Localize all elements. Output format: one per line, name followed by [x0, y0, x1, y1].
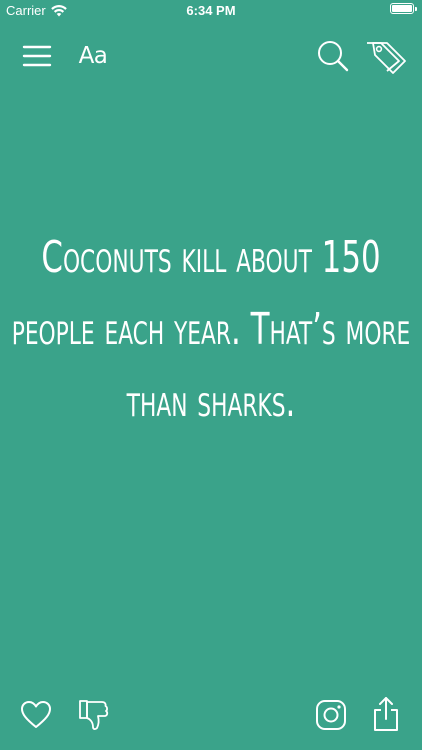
- menu-button[interactable]: [20, 40, 54, 72]
- fact-text: Coconuts kill about 150 people each year…: [11, 232, 411, 427]
- font-size-button[interactable]: Aa: [74, 40, 112, 72]
- battery-icon: [390, 3, 417, 14]
- instagram-icon: [315, 699, 347, 731]
- instagram-button[interactable]: [313, 697, 349, 733]
- dislike-button[interactable]: [76, 696, 112, 734]
- font-button-label: Aa: [78, 43, 108, 69]
- tags-button[interactable]: [364, 38, 408, 76]
- heart-icon: [20, 700, 52, 730]
- status-bar: Carrier 6:34 PM: [0, 0, 422, 22]
- status-right: [390, 3, 417, 14]
- status-time: 6:34 PM: [186, 3, 236, 18]
- share-icon: [372, 696, 400, 732]
- battery-fill: [392, 5, 412, 12]
- thumbs-down-icon: [78, 698, 110, 732]
- like-button[interactable]: [18, 698, 54, 732]
- search-button[interactable]: [314, 38, 352, 74]
- share-button[interactable]: [370, 694, 402, 734]
- search-icon: [316, 39, 350, 73]
- hamburger-icon: [22, 44, 52, 68]
- tags-icon: [365, 39, 407, 75]
